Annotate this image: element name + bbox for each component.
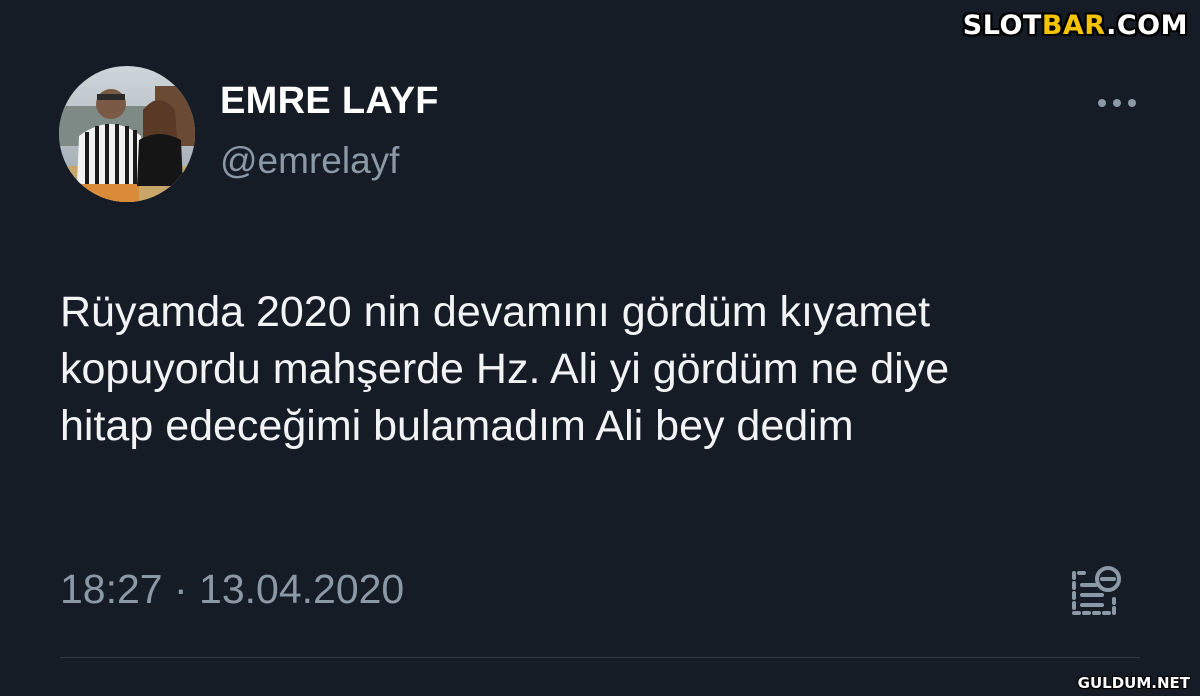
tweet-text-line: Rüyamda 2020 nin devamını gördüm kıyamet [60,288,931,336]
author-display-name[interactable]: EMRE LAYF [220,80,439,123]
watermark-part: BAR [1041,10,1107,41]
watermark-guldum: GULDUM.NET [1077,674,1190,692]
tweet-text-line: kopuyordu mahşerde Hz. Ali yi gördüm ne … [60,345,950,393]
view-analytics-icon [1072,566,1121,615]
tweet-timestamp[interactable]: 18:27 · 13.04.2020 [60,566,404,613]
divider [60,657,1140,658]
ellipsis-icon [1098,99,1136,107]
view-analytics-button[interactable] [1066,565,1124,621]
tweet-text-line: hitap edeceğimi bulamadım Ali bey dedim [60,402,854,450]
watermark-part: .COM [1106,10,1188,41]
profile-photo-icon [59,66,195,202]
watermark-slotbar: SLOTBAR.COM [963,10,1188,41]
tweet-text: Rüyamda 2020 nin devamını gördüm kıyamet… [60,284,1160,455]
author-handle[interactable]: @emrelayf [220,140,399,182]
tweet-card: EMRE LAYF @emrelayf Rüyamda 2020 nin dev… [0,0,1200,696]
watermark-part: SLOT [962,10,1042,41]
more-options-button[interactable] [1094,90,1140,116]
avatar[interactable] [59,66,195,202]
